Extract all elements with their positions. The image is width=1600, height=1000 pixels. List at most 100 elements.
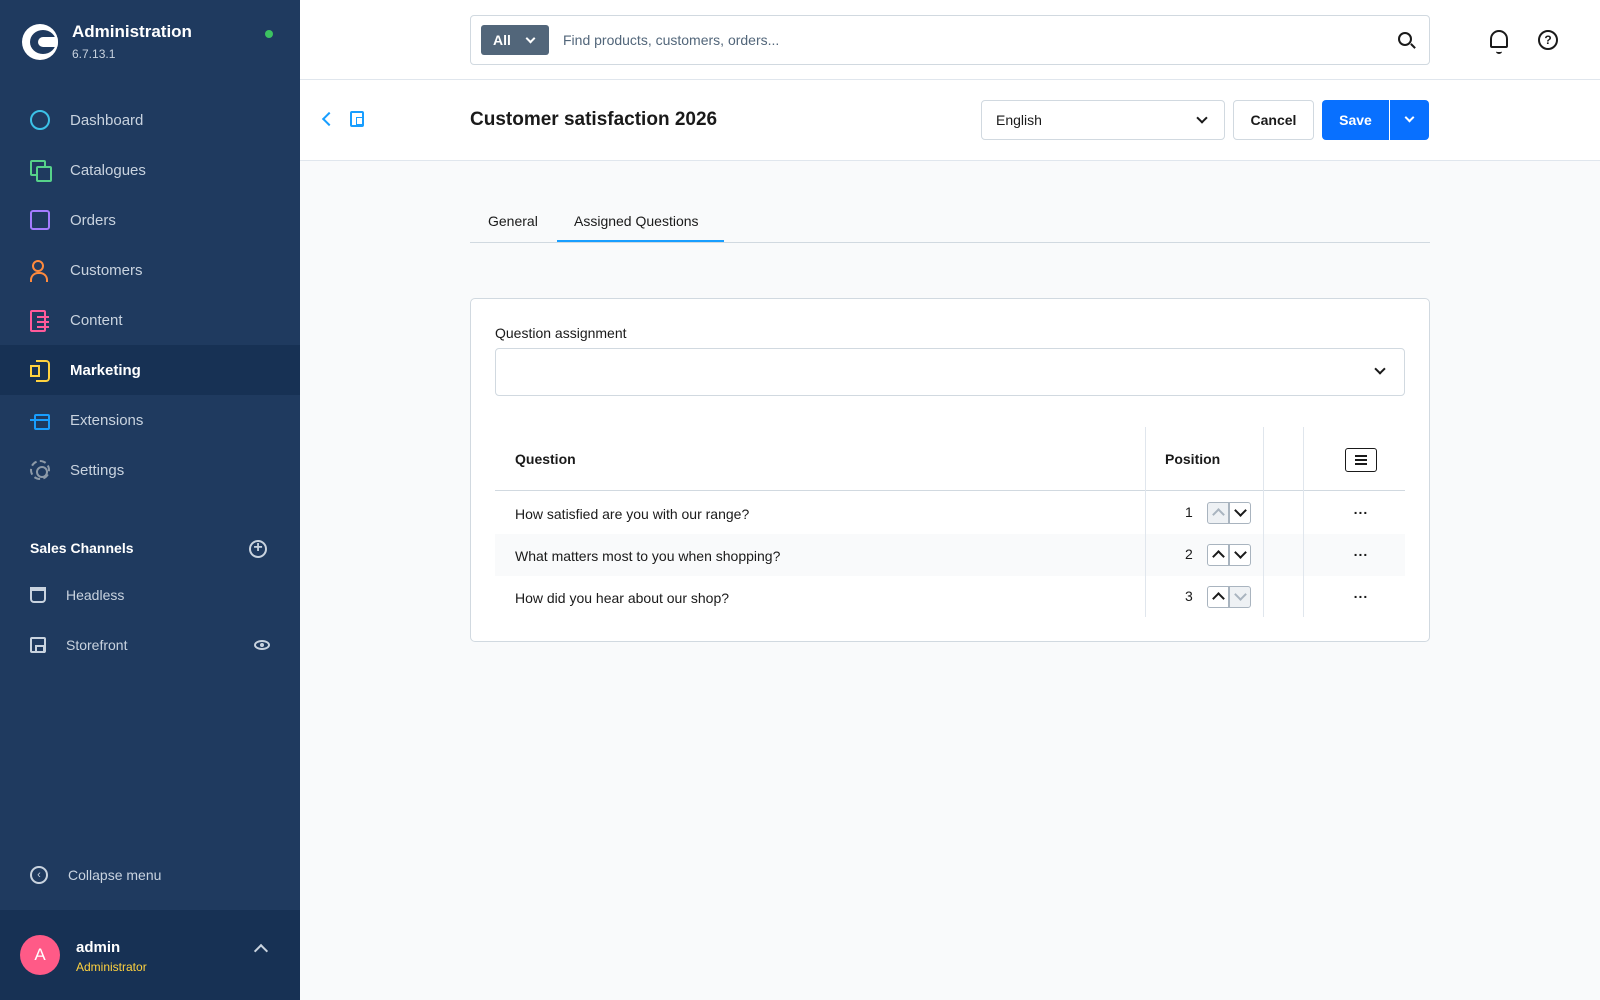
content-icon — [30, 310, 50, 332]
help-icon[interactable]: ? — [1538, 30, 1558, 50]
grid-header: Question Position — [495, 427, 1405, 491]
save-button[interactable]: Save — [1322, 100, 1389, 140]
sales-channels-title: Sales Channels — [30, 540, 134, 556]
move-up-button[interactable] — [1207, 586, 1229, 608]
question-cell: What matters most to you when shopping? — [515, 548, 781, 564]
sidebar-item-label: Dashboard — [70, 111, 144, 129]
customers-icon — [30, 260, 50, 282]
shopware-logo — [22, 23, 58, 60]
tabs: General Assigned Questions — [470, 205, 1430, 243]
user-bar[interactable]: A admin Administrator — [0, 910, 300, 1000]
status-dot — [265, 30, 273, 38]
sidebar-item-dashboard[interactable]: Dashboard — [0, 95, 300, 145]
move-up-button[interactable] — [1207, 544, 1229, 566]
chevron-down-icon — [1374, 363, 1386, 375]
extensions-icon — [30, 410, 50, 430]
app-title: Administration — [72, 22, 192, 41]
column-header-position[interactable]: Position — [1165, 451, 1220, 467]
search-icon[interactable] — [1398, 32, 1412, 46]
chevron-down-icon — [525, 33, 536, 44]
sidebar-item-label: Content — [70, 311, 123, 329]
position-cell: 2 — [1185, 546, 1193, 562]
smart-bar: Customer satisfaction 2026 English Cance… — [300, 80, 1600, 161]
chevron-down-icon — [1404, 112, 1415, 123]
column-divider — [1303, 427, 1304, 617]
main-nav: Dashboard Catalogues Orders Customers Co… — [0, 95, 300, 495]
assigned-questions-card: Question assignment Question Position Ho… — [470, 298, 1430, 642]
move-down-button[interactable] — [1229, 586, 1251, 608]
sidebar-item-label: Settings — [70, 461, 125, 479]
sidebar-item-extensions[interactable]: Extensions — [0, 395, 300, 445]
column-divider — [1263, 427, 1264, 617]
store-icon — [30, 637, 46, 653]
sidebar-item-label: Orders — [70, 211, 116, 229]
orders-icon — [30, 210, 50, 230]
tab-general[interactable]: General — [488, 213, 538, 229]
question-assignment-select[interactable] — [495, 348, 1405, 396]
back-icon[interactable] — [321, 111, 337, 127]
sidebar-item-label: Customers — [70, 261, 143, 279]
user-name: admin — [76, 939, 121, 956]
page-title: Customer satisfaction 2026 — [470, 109, 718, 130]
chevron-left-circle-icon: ‹ — [30, 866, 48, 884]
document-icon[interactable] — [350, 111, 364, 127]
sidebar-item-marketing[interactable]: Marketing — [0, 345, 300, 395]
grid-settings-button[interactable] — [1345, 448, 1377, 472]
chevron-down-icon — [1196, 112, 1208, 124]
search-scope-button[interactable]: All — [481, 25, 549, 55]
search-scope-label: All — [493, 32, 511, 48]
sales-channel-headless[interactable]: Headless — [30, 583, 124, 607]
active-tab-indicator — [557, 240, 724, 242]
marketing-icon — [30, 360, 50, 382]
language-select[interactable]: English — [981, 100, 1225, 140]
topbar: All ? — [300, 0, 1600, 80]
collapse-menu-button[interactable]: ‹ Collapse menu — [30, 866, 161, 884]
move-up-button[interactable] — [1207, 502, 1229, 524]
chevron-up-icon[interactable] — [253, 943, 269, 959]
sidebar-item-label: Catalogues — [70, 161, 146, 179]
sidebar-item-content[interactable]: Content — [0, 295, 300, 345]
move-down-button[interactable] — [1229, 502, 1251, 524]
column-header-question[interactable]: Question — [515, 451, 576, 467]
table-row: How did you hear about our shop? 3 ... — [495, 576, 1405, 618]
user-role: Administrator — [76, 960, 147, 974]
row-actions-button[interactable]: ... — [1351, 544, 1371, 562]
row-actions-button[interactable]: ... — [1351, 586, 1371, 604]
sidebar-item-customers[interactable]: Customers — [0, 245, 300, 295]
sales-channel-label: Headless — [66, 587, 125, 603]
move-down-button[interactable] — [1229, 544, 1251, 566]
search-input[interactable] — [563, 28, 1363, 52]
table-row: What matters most to you when shopping? … — [495, 534, 1405, 576]
collapse-menu-label: Collapse menu — [68, 867, 162, 883]
add-sales-channel-icon[interactable]: + — [249, 540, 267, 558]
avatar: A — [20, 935, 60, 975]
cancel-button[interactable]: Cancel — [1233, 100, 1314, 140]
sidebar: Administration 6.7.13.1 Dashboard Catalo… — [0, 0, 300, 1000]
global-search: All — [470, 15, 1430, 65]
sidebar-item-label: Marketing — [70, 361, 141, 379]
sales-channel-storefront[interactable]: Storefront — [30, 633, 127, 657]
eye-icon[interactable] — [254, 640, 270, 650]
catalogue-icon — [30, 160, 52, 182]
questions-grid: Question Position How satisfied are you … — [495, 427, 1405, 617]
question-assignment-label: Question assignment — [495, 325, 627, 341]
column-divider — [1145, 427, 1146, 617]
sidebar-item-catalogues[interactable]: Catalogues — [0, 145, 300, 195]
sidebar-item-orders[interactable]: Orders — [0, 195, 300, 245]
brand-text: Administration 6.7.13.1 — [72, 22, 192, 61]
question-cell: How satisfied are you with our range? — [515, 506, 750, 522]
language-value: English — [996, 112, 1042, 128]
tab-assigned-questions[interactable]: Assigned Questions — [574, 213, 699, 229]
position-cell: 1 — [1185, 504, 1193, 520]
settings-icon — [30, 460, 50, 480]
position-cell: 3 — [1185, 588, 1193, 604]
basket-icon — [30, 587, 46, 603]
sales-channel-label: Storefront — [66, 637, 128, 653]
save-options-button[interactable] — [1390, 100, 1429, 140]
brand[interactable]: Administration 6.7.13.1 — [22, 22, 192, 61]
sidebar-item-settings[interactable]: Settings — [0, 445, 300, 495]
row-actions-button[interactable]: ... — [1351, 502, 1371, 520]
table-row: How satisfied are you with our range? 1 … — [495, 492, 1405, 534]
sidebar-item-label: Extensions — [70, 411, 144, 429]
bell-icon[interactable] — [1490, 30, 1508, 54]
